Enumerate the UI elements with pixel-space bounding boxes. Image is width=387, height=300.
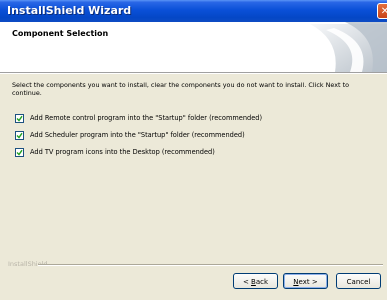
window-title: InstallShield Wizard xyxy=(7,4,132,17)
header-graphic xyxy=(300,22,387,72)
option-label[interactable]: Add Remote control program into the "Sta… xyxy=(30,114,262,122)
title-bar[interactable]: InstallShield Wizard ✕ xyxy=(0,0,387,22)
installer-window: InstallShield Wizard ✕ Component Selecti… xyxy=(0,0,387,300)
option-label[interactable]: Add Scheduler program into the "Startup"… xyxy=(30,131,245,139)
cancel-button[interactable]: Cancel xyxy=(336,273,381,289)
option-tv-icons[interactable]: Add TV program icons into the Desktop (r… xyxy=(15,146,215,158)
option-label[interactable]: Add TV program icons into the Desktop (r… xyxy=(30,148,215,156)
tv-icons-checkbox[interactable] xyxy=(15,147,24,157)
remote-control-checkbox[interactable] xyxy=(15,113,24,123)
option-remote-control[interactable]: Add Remote control program into the "Sta… xyxy=(15,112,262,124)
close-button[interactable]: ✕ xyxy=(377,3,387,19)
checkmark-icon xyxy=(16,132,23,139)
option-scheduler[interactable]: Add Scheduler program into the "Startup"… xyxy=(15,129,245,141)
next-button[interactable]: Next > xyxy=(283,273,328,289)
back-button[interactable]: < Back xyxy=(233,273,278,289)
close-icon: ✕ xyxy=(380,6,387,17)
scheduler-checkbox[interactable] xyxy=(15,130,24,140)
footer-separator xyxy=(38,264,383,266)
header-divider-highlight xyxy=(0,73,387,74)
wizard-header: Component Selection xyxy=(0,22,387,73)
instructions-text: Select the components you want to instal… xyxy=(12,81,349,97)
checkmark-icon xyxy=(16,149,23,156)
checkmark-icon xyxy=(16,115,23,122)
page-title: Component Selection xyxy=(12,29,109,38)
